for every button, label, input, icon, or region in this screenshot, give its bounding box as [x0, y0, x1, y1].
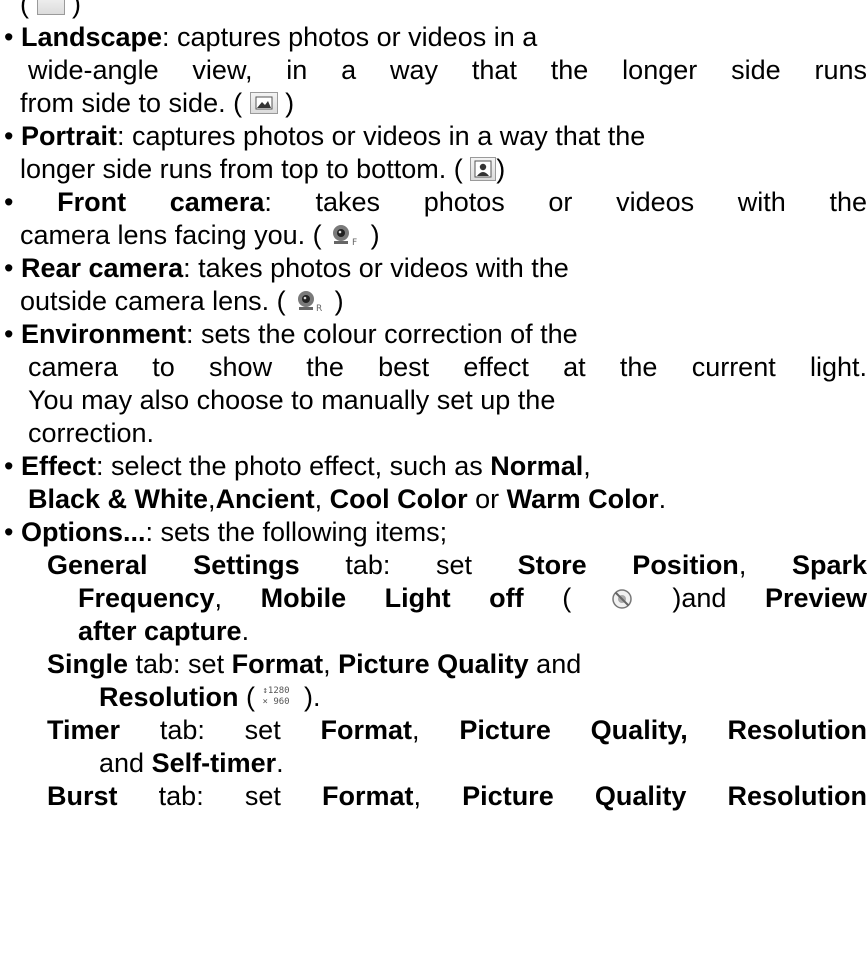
mobile-light-off-icon: [610, 586, 634, 610]
resolution-icon: ↕1280 × 960: [262, 685, 290, 707]
effect-line-2: Black & White,Ancient, Cool Color or War…: [28, 484, 667, 514]
front-camera-item: • Front camera: takes photos or videos w…: [4, 187, 867, 217]
environment-line-2: camera to show the best effect at the cu…: [28, 352, 867, 382]
burst-line-1: Burst tab: set Format, Picture Quality R…: [47, 781, 867, 811]
rear-camera-item: • Rear camera: takes photos or videos wi…: [4, 253, 569, 283]
environment-item: • Environment: sets the colour correctio…: [4, 319, 578, 349]
timer-line-2: and Self-timer.: [99, 748, 284, 778]
general-settings-line-2: Frequency, Mobile Light off ( )and Previ…: [78, 583, 867, 613]
partial-icon: [36, 0, 65, 15]
landscape-item: • Landscape: captures photos or videos i…: [4, 22, 538, 52]
landscape-icon: [249, 91, 278, 114]
landscape-line-2: wide-angle view, in a way that the longe…: [28, 55, 867, 85]
rear-camera-term: Rear camera: [20, 253, 184, 283]
front-camera-term: Front camera: [57, 187, 265, 217]
svg-text:F: F: [352, 238, 357, 248]
portrait-term: Portrait: [20, 121, 117, 151]
general-settings-line-1: General Settings tab: set Store Position…: [47, 550, 867, 580]
options-term: Options...: [20, 517, 146, 547]
environment-line-4: correction.: [28, 418, 155, 448]
manual-page: ( ) • Landscape: captures photos or vide…: [0, 0, 867, 813]
svg-text:R: R: [316, 304, 322, 314]
general-settings-line-3: after capture.: [78, 616, 250, 646]
front-camera-icon: F: [329, 222, 363, 248]
landscape-line-3: from side to side. ( ): [20, 88, 295, 118]
rear-camera-line-2: outside camera lens. ( R ): [20, 286, 344, 316]
rear-camera-icon: R: [293, 288, 327, 314]
timer-line-1: Timer tab: set Format, Picture Quality, …: [47, 715, 867, 745]
portrait-icon: [470, 156, 497, 181]
environment-line-3: You may also choose to manually set up t…: [28, 385, 556, 415]
options-item: • Options...: sets the following items;: [4, 517, 448, 547]
front-camera-line-2: camera lens facing you. ( F ): [20, 220, 380, 250]
portrait-line-2: longer side runs from top to bottom. ( ): [20, 154, 506, 184]
single-line-2: Resolution ( ↕1280 × 960 ).: [99, 682, 321, 712]
environment-term: Environment: [20, 319, 186, 349]
effect-item: • Effect: select the photo effect, such …: [4, 451, 591, 481]
effect-term: Effect: [20, 451, 96, 481]
portrait-item: • Portrait: captures photos or videos in…: [4, 121, 646, 151]
single-line-1: Single tab: set Format, Picture Quality …: [47, 649, 582, 679]
cut-off-line: ( ): [0, 0, 867, 21]
landscape-term: Landscape: [20, 22, 163, 52]
